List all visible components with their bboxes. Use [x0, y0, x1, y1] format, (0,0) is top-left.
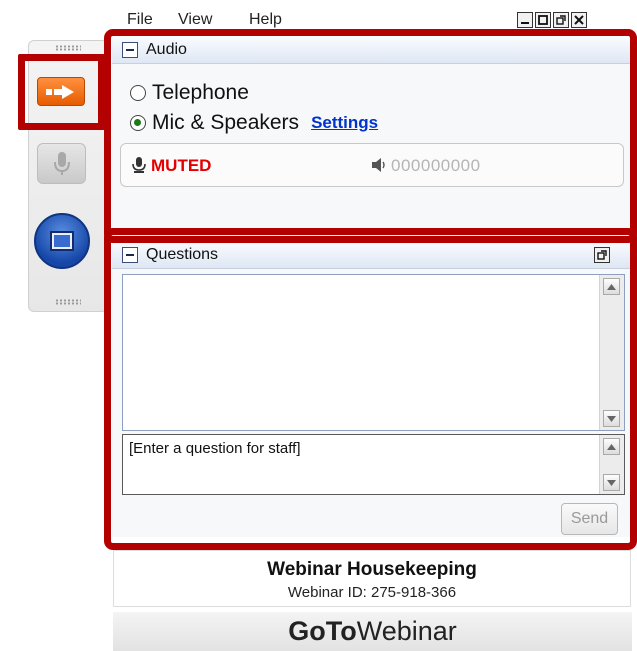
restore-button[interactable]	[553, 12, 569, 28]
menu-file[interactable]: File	[127, 11, 153, 29]
webinar-id: Webinar ID: 275-918-366	[287, 584, 457, 601]
top-grip[interactable]	[55, 45, 81, 51]
highlight-frame-audio	[104, 29, 637, 243]
microphone-icon	[53, 151, 70, 175]
webinar-title: Webinar Housekeeping	[267, 559, 477, 580]
brand-webinar: Webinar	[356, 616, 457, 646]
webinar-info: Webinar Housekeeping Webinar ID: 275-918…	[113, 550, 631, 607]
bottom-grip[interactable]	[55, 299, 81, 305]
screen-share-button[interactable]	[34, 213, 90, 269]
restore-icon	[556, 15, 566, 25]
close-icon	[574, 15, 584, 25]
screen-icon	[50, 231, 74, 251]
highlight-frame-questions	[104, 228, 637, 550]
arrow-right-icon	[46, 84, 74, 99]
mute-mic-button[interactable]	[37, 143, 86, 184]
show-hide-panel-button[interactable]	[37, 77, 85, 106]
minimize-button[interactable]	[517, 12, 533, 28]
close-button[interactable]	[571, 12, 587, 28]
menu-view[interactable]: View	[178, 11, 212, 29]
menu-help[interactable]: Help	[249, 11, 282, 29]
maximize-button[interactable]	[535, 12, 551, 28]
brand-logo: GoTo Webinar	[113, 612, 632, 651]
maximize-icon	[538, 15, 548, 25]
minimize-icon	[521, 22, 529, 24]
brand-goto: GoTo	[288, 616, 357, 646]
